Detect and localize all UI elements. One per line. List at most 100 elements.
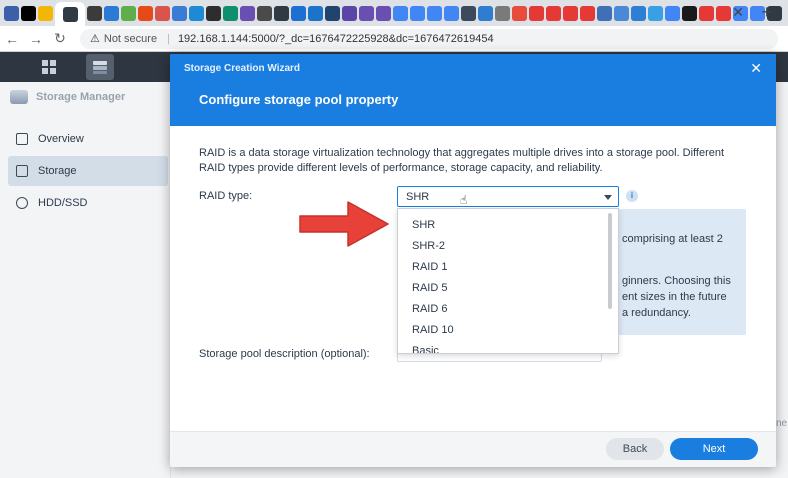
tab-favicon[interactable] <box>580 5 595 21</box>
tab-favicon[interactable] <box>393 5 408 21</box>
storage-manager-header: Storage Manager <box>10 90 125 104</box>
wizard-footer: Back Next <box>170 431 776 467</box>
not-secure-label: Not secure <box>103 32 158 45</box>
tab-favicon[interactable] <box>597 5 612 21</box>
raid-option-shr[interactable]: SHR <box>398 215 618 236</box>
dropdown-scrollbar[interactable] <box>608 213 612 309</box>
browser-toolbar: ← → ↻ ⚠ Not secure | 192.168.1.144:5000/… <box>0 26 788 52</box>
tab-favicon[interactable] <box>546 5 561 21</box>
tab-favicon[interactable] <box>240 5 255 21</box>
tab-favicon[interactable] <box>87 5 102 21</box>
warning-icon: ⚠ <box>90 33 100 45</box>
wizard-body: RAID is a data storage virtualization te… <box>170 126 776 431</box>
new-tab-icon[interactable]: + <box>761 2 772 23</box>
raid-info-panel: comprising at least 2 ginners. Choosing … <box>610 209 746 335</box>
tab-favicon[interactable] <box>376 5 391 21</box>
browser-tab-strip <box>0 0 788 26</box>
nav-item-label: Storage <box>38 165 77 177</box>
nav-item-storage[interactable]: Storage <box>8 156 168 186</box>
raid-option-raid-5[interactable]: RAID 5 <box>398 278 618 299</box>
address-bar[interactable]: ⚠ Not secure | 192.168.1.144:5000/?_dc=1… <box>80 28 778 49</box>
wizard-heading: Configure storage pool property <box>199 92 399 107</box>
tab-favicon[interactable] <box>274 5 289 21</box>
back-arrow-icon[interactable]: ← <box>0 31 24 47</box>
close-icon[interactable]: ✕ <box>750 60 762 77</box>
tab-favicon[interactable] <box>4 5 19 21</box>
storage-manager-taskbar-icon[interactable] <box>86 54 114 80</box>
nav-item-label: Overview <box>38 133 84 145</box>
active-tab[interactable] <box>55 2 85 26</box>
main-menu-icon[interactable] <box>35 54 63 80</box>
red-arrow-icon <box>299 201 389 247</box>
back-button[interactable]: Back <box>606 438 664 460</box>
raid-option-raid-6[interactable]: RAID 6 <box>398 299 618 320</box>
tab-favicon[interactable] <box>155 5 170 21</box>
hand-cursor-icon: ☝ <box>460 193 468 207</box>
url-text: 192.168.1.144:5000/?_dc=1676472225928&dc… <box>177 32 494 45</box>
info-panel-text: comprising at least 2 <box>622 233 723 245</box>
tab-favicon[interactable] <box>410 5 425 21</box>
tab-favicon[interactable] <box>682 5 697 21</box>
wizard-header: Storage Creation Wizard ✕ Configure stor… <box>170 54 776 126</box>
tab-favicon[interactable] <box>291 5 306 21</box>
tab-favicon[interactable] <box>648 5 663 21</box>
info-panel-text: ent sizes in the future <box>622 291 727 303</box>
tab-favicon[interactable] <box>529 5 544 21</box>
tab-favicon[interactable] <box>189 5 204 21</box>
storage-icon <box>16 165 28 177</box>
raid-type-select[interactable]: SHR ☝ <box>397 186 619 207</box>
tab-favicon[interactable] <box>21 5 36 21</box>
tab-favicon[interactable] <box>206 5 221 21</box>
raid-option-raid-10[interactable]: RAID 10 <box>398 320 618 341</box>
tab-favicon[interactable] <box>478 5 493 21</box>
hdd-icon <box>16 197 28 209</box>
tab-favicon[interactable] <box>38 5 53 21</box>
tab-favicon[interactable] <box>138 5 153 21</box>
address-separator: | <box>167 32 170 45</box>
close-tab-icon[interactable]: ✕ <box>732 4 744 21</box>
forward-arrow-icon[interactable]: → <box>24 31 48 47</box>
tab-favicon[interactable] <box>325 5 340 21</box>
reload-icon[interactable]: ↻ <box>48 30 72 47</box>
raid-option-raid-1[interactable]: RAID 1 <box>398 257 618 278</box>
tab-favicon[interactable] <box>172 5 187 21</box>
tab-favicon[interactable] <box>104 5 119 21</box>
tab-favicon[interactable] <box>512 5 527 21</box>
tab-favicon[interactable] <box>359 5 374 21</box>
storage-creation-wizard: Storage Creation Wizard ✕ Configure stor… <box>170 54 776 467</box>
tab-favicon[interactable] <box>495 5 510 21</box>
synology-tab-icon <box>62 6 78 22</box>
tab-favicon[interactable] <box>563 5 578 21</box>
overview-icon <box>16 133 28 145</box>
tab-favicon[interactable] <box>121 5 136 21</box>
raid-type-label: RAID type: <box>199 190 253 202</box>
tab-favicon[interactable] <box>308 5 323 21</box>
tab-favicon[interactable] <box>699 5 714 21</box>
raid-option-basic[interactable]: Basic <box>398 341 618 353</box>
raid-option-shr-2[interactable]: SHR-2 <box>398 236 618 257</box>
tab-favicon[interactable] <box>631 5 646 21</box>
tab-favicon[interactable] <box>427 5 442 21</box>
chevron-down-icon <box>604 195 612 200</box>
next-button[interactable]: Next <box>670 438 758 460</box>
tab-favicon[interactable] <box>614 5 629 21</box>
wizard-window-title: Storage Creation Wizard <box>184 63 301 74</box>
tab-favicon[interactable] <box>342 5 357 21</box>
background-text-fragment: ne <box>776 418 788 429</box>
tab-favicon[interactable] <box>716 5 731 21</box>
info-panel-text: a redundancy. <box>622 307 691 319</box>
tab-favicon[interactable] <box>461 5 476 21</box>
tab-favicon[interactable] <box>223 5 238 21</box>
raid-type-dropdown-list: SHR SHR-2 RAID 1 RAID 5 RAID 6 RAID 10 B… <box>397 208 619 354</box>
nav-item-hdd-ssd[interactable]: HDD/SSD <box>8 188 168 218</box>
pool-description-label: Storage pool description (optional): <box>199 348 370 360</box>
tab-favicon[interactable] <box>257 5 272 21</box>
raid-description: RAID is a data storage virtualization te… <box>199 147 725 174</box>
nav-item-overview[interactable]: Overview <box>8 124 168 154</box>
nav-item-label: HDD/SSD <box>38 197 88 209</box>
raid-selected-value: SHR <box>406 190 430 203</box>
tab-favicon[interactable] <box>665 5 680 21</box>
info-icon[interactable]: i <box>626 190 638 202</box>
tab-favicon[interactable] <box>444 5 459 21</box>
storage-manager-title: Storage Manager <box>36 91 126 103</box>
